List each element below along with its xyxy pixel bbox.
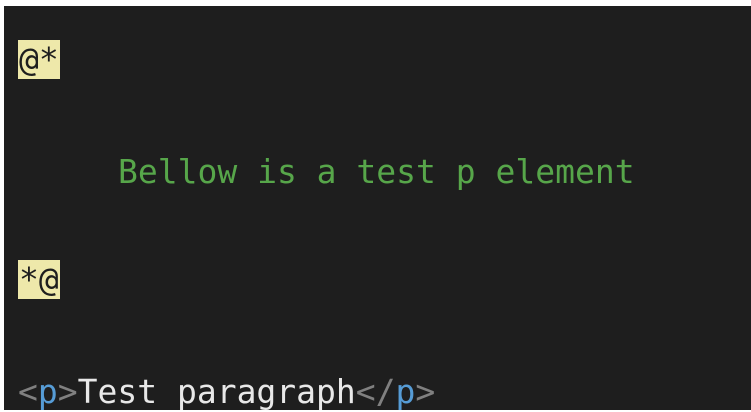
code-line-comment-open: @*	[18, 40, 60, 80]
razor-comment-close-delimiter: *@	[18, 260, 60, 299]
p-close-bracket-end: >	[415, 372, 436, 411]
editor-pane[interactable]: @* Bellow is a test p element *@ <p>Test…	[4, 6, 751, 412]
code-editor: @* Bellow is a test p element *@ <p>Test…	[0, 0, 751, 412]
razor-comment-text: Bellow is a test p element	[118, 152, 635, 191]
p-close-bracket: </	[355, 372, 396, 411]
razor-comment-open-delimiter: @*	[18, 40, 60, 79]
code-line-paragraph: <p>Test paragraph</p>	[18, 372, 435, 412]
p-close-tag-name: p	[395, 372, 416, 411]
code-line-comment-close: *@	[18, 260, 60, 300]
paragraph-text: Test paragraph	[77, 372, 356, 411]
p-open-bracket-close: >	[57, 372, 78, 411]
p-open-tag-name: p	[37, 372, 58, 411]
p-open-bracket: <	[18, 372, 38, 411]
code-line-comment-text: Bellow is a test p element	[18, 152, 635, 192]
